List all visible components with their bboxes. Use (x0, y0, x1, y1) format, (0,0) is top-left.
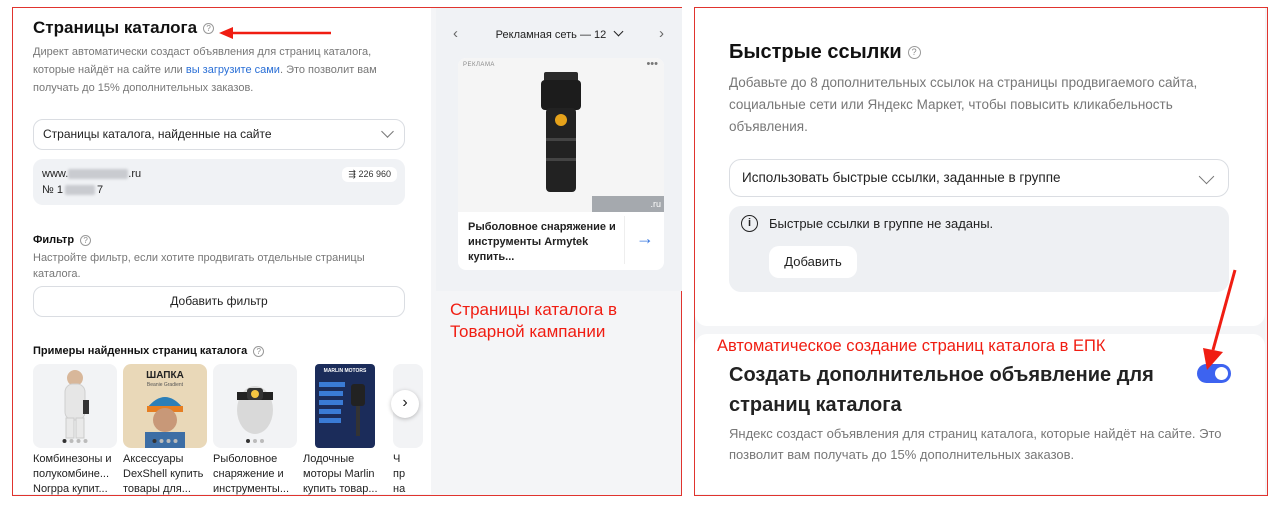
catalog-ad-toggle-title: Создать дополнительное объявление для ст… (729, 364, 1154, 416)
example-image-kids-overalls (33, 364, 117, 448)
example-name: Аксессуары DexShell купить товары для... (123, 453, 204, 495)
site-info-box: www. .ru № 1 7 ⇶ 226 960 (33, 159, 405, 205)
site-number: № 1 7 (42, 184, 103, 196)
redacted-blur (64, 185, 95, 196)
divider (624, 216, 625, 264)
upload-yourself-link[interactable]: вы загрузите сами (186, 64, 280, 76)
example-image-beanie: ШАПКА Beanie Gradient (123, 364, 207, 448)
catalog-ad-toggle-description: Яндекс создаст объявления для страниц ка… (729, 426, 1222, 462)
quick-links-select-value: Использовать быстрые ссылки, заданные в … (742, 170, 1061, 185)
catalog-source-select[interactable]: Страницы каталога, найденные на сайте (33, 119, 405, 150)
catalog-pages-panel: Страницы каталога? Директ автоматически … (13, 8, 431, 495)
example-card[interactable]: MARLIN MOTORS Лодочные моторы Marlin куп… (303, 364, 387, 498)
pages-count-badge: ⇶ 226 960 (342, 167, 397, 182)
example-card-partial[interactable]: Ч пр на (393, 364, 423, 498)
help-icon[interactable]: ? (907, 46, 921, 60)
preview-next-button[interactable]: › (659, 25, 664, 42)
pages-count: 226 960 (358, 169, 391, 179)
filter-title: Фильтр? (33, 234, 92, 246)
annotation-caption-text: Страницы каталога в Товарной кампании (450, 300, 618, 341)
headlamp-icon (237, 386, 273, 434)
catalog-source-value: Страницы каталога, найденные на сайте (43, 127, 272, 141)
example-image-motors: MARLIN MOTORS (303, 364, 387, 448)
quick-links-select[interactable]: Использовать быстрые ссылки, заданные в … (729, 159, 1229, 197)
site-url: www. .ru (42, 168, 141, 180)
network-label: Рекламная сеть — 12 (495, 29, 607, 41)
right-screenshot-frame: Быстрые ссылки? Добавьте до 8 дополнител… (694, 7, 1268, 496)
kid-figure-icon (64, 370, 89, 439)
carousel-dots (152, 439, 178, 443)
site-number-suffix: 7 (96, 184, 104, 196)
man-with-hat-icon (145, 397, 185, 448)
quick-links-title: Быстрые ссылки? (729, 41, 921, 64)
examples-title-text: Примеры найденных страниц каталога (33, 345, 248, 357)
example-card[interactable]: ШАПКА Beanie Gradient Аксессуары DexShel… (123, 364, 207, 498)
flashlight-icon (541, 72, 581, 192)
quick-links-title-text: Быстрые ссылки (729, 41, 902, 63)
catalog-pages-title: Страницы каталога? (33, 18, 215, 38)
example-name: Комбинезоны и полукомбине... Norppa купи… (33, 453, 112, 495)
filter-description: Настройте фильтр, если хотите продвигать… (33, 252, 365, 280)
filter-title-text: Фильтр (33, 234, 75, 246)
add-filter-button[interactable]: Добавить фильтр (33, 286, 405, 317)
example-name: Рыболовное снаряжение и инструменты... (213, 453, 289, 495)
chevron-down-icon (613, 26, 624, 37)
ad-preview-panel: ‹ Рекламная сеть — 12 › РЕКЛАМА ••• .ru … (436, 8, 682, 291)
motor-icon (319, 382, 365, 436)
quick-links-info-box: i Быстрые ссылки в группе не заданы. Доб… (729, 206, 1229, 292)
ad-domain: .ru (592, 196, 664, 212)
chevron-down-icon (1198, 168, 1215, 185)
help-icon[interactable]: ? (80, 234, 92, 246)
network-selector[interactable]: Рекламная сеть — 12 (436, 26, 682, 41)
ad-image: РЕКЛАМА ••• .ru (458, 58, 664, 212)
quick-links-panel: Быстрые ссылки? Добавьте до 8 дополнител… (695, 8, 1265, 326)
chevron-down-icon (381, 125, 394, 138)
ad-title: Рыболовное снаряжение и инструменты Army… (468, 221, 616, 263)
left-screenshot-frame: Страницы каталога? Директ автоматически … (12, 7, 682, 496)
redacted-blur (68, 169, 129, 180)
more-options-icon[interactable]: ••• (646, 58, 658, 70)
info-text: Быстрые ссылки в группе не заданы. (769, 216, 994, 231)
ad-label: РЕКЛАМА (463, 62, 495, 68)
help-icon[interactable]: ? (203, 23, 215, 35)
site-number-prefix: № 1 (42, 184, 63, 196)
example-name: Лодочные моторы Marlin купить товар... (303, 453, 378, 495)
arrow-right-icon[interactable]: → (636, 228, 654, 249)
quick-links-description: Добавьте до 8 дополнительных ссылок на с… (729, 75, 1198, 134)
carousel-dots (246, 439, 264, 443)
examples-next-button[interactable]: › (391, 390, 419, 418)
site-url-suffix: .ru (128, 168, 142, 180)
ad-domain-text: .ru (650, 199, 661, 209)
catalog-pages-title-text: Страницы каталога (33, 18, 198, 37)
ad-card[interactable]: РЕКЛАМА ••• .ru Рыболовное снаряжение и … (458, 58, 664, 270)
annotation-caption-epk: Автоматическое создание страниц каталога… (717, 337, 1106, 355)
example-name: Ч пр на (393, 453, 406, 495)
catalog-pages-description: Директ автоматически создаст объявления … (33, 43, 403, 97)
add-quick-links-button[interactable]: Добавить (769, 246, 857, 278)
example-card[interactable]: Рыболовное снаряжение и инструменты... (213, 364, 297, 498)
info-icon: i (741, 215, 758, 232)
annotation-arrow-left (219, 27, 331, 39)
site-url-prefix: www. (42, 168, 69, 180)
annotation-caption-catalog: Страницы каталога в Товарной кампании (450, 299, 670, 343)
example-card[interactable]: Комбинезоны и полукомбине... Norppa купи… (33, 364, 117, 498)
example-image-headlamp (213, 364, 297, 448)
carousel-dots (62, 439, 88, 443)
examples-title: Примеры найденных страниц каталога? (33, 345, 265, 357)
annotation-arrow-down (1203, 269, 1237, 370)
help-icon[interactable]: ? (253, 345, 265, 357)
